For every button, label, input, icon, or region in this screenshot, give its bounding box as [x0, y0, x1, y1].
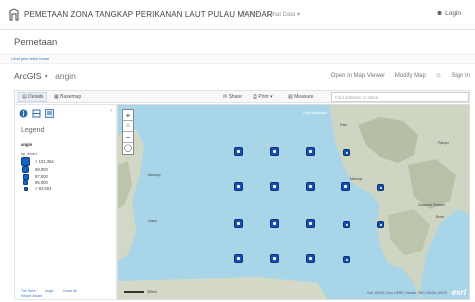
- map-point[interactable]: [377, 221, 384, 228]
- app-logo-icon: [9, 8, 19, 21]
- map-label-city: Palopo: [438, 141, 449, 145]
- zoom-out-button[interactable]: −: [123, 132, 133, 143]
- user-icon: ☻: [435, 10, 444, 17]
- chevron-down-icon[interactable]: ▼: [44, 74, 49, 80]
- legend-label: 97,000: [35, 174, 48, 179]
- login-link[interactable]: ☻ Login: [436, 10, 461, 17]
- esri-logo: esri: [451, 288, 466, 297]
- info-icon[interactable]: [19, 109, 28, 118]
- legend-symbol: [23, 187, 28, 191]
- map-label-sea: Selat Makassar: [303, 111, 328, 115]
- map-name: angin: [55, 71, 76, 81]
- top-navbar: PEMETAAN ZONA TANGKAP PERIKANAN LAUT PUL…: [0, 0, 475, 30]
- home-button[interactable]: ⌂: [123, 121, 133, 132]
- details-icon: ▤: [22, 94, 27, 100]
- nav-link-lihat-data[interactable]: Lihat Data ▾: [268, 11, 300, 18]
- page-title: Pemetaan: [14, 37, 58, 48]
- map-point[interactable]: [377, 184, 384, 191]
- map-point[interactable]: [343, 256, 350, 263]
- map-label-city: Mamuju: [350, 177, 363, 181]
- panel-footer-links: Tue Suhu angin Curah Air: [21, 289, 85, 293]
- footer-link-tue-suhu[interactable]: Tue Suhu: [21, 289, 36, 293]
- share-label: Share: [228, 94, 242, 100]
- map-point[interactable]: [234, 254, 243, 263]
- details-button[interactable]: ▤ Details: [18, 92, 48, 102]
- scale-bar: 300mi: [124, 290, 157, 294]
- map-attribution: Esri, USGS | Esri, HERE, Garmin, FAO, NO…: [367, 291, 447, 295]
- legend-symbol: [21, 157, 30, 166]
- map-point[interactable]: [306, 147, 315, 156]
- layers-icon[interactable]: [32, 109, 41, 118]
- legend-layer-name: angin: [21, 142, 33, 147]
- legend-label: 99,000: [35, 167, 48, 172]
- map-point[interactable]: [234, 147, 243, 156]
- header-links: Open in Map Viewer Modify Map ☺ Sign In: [323, 73, 470, 79]
- legend-symbol: [22, 166, 29, 173]
- modify-map-link[interactable]: Modify Map: [395, 73, 426, 79]
- map-point[interactable]: [270, 147, 279, 156]
- print-label: Print: [258, 94, 269, 100]
- sign-in-label: Sign In: [451, 73, 470, 79]
- arcgis-brand[interactable]: ArcGIS: [14, 71, 41, 81]
- map-point[interactable]: [270, 219, 279, 228]
- legend-label: 95,000: [35, 180, 48, 185]
- scale-bar-line: [124, 291, 144, 294]
- view-larger-map-link[interactable]: Lihat peta lebih besar: [11, 56, 49, 61]
- measure-button[interactable]: ▧ Measure: [285, 93, 317, 101]
- zoom-in-button[interactable]: +: [123, 110, 133, 121]
- map-point[interactable]: [270, 254, 279, 263]
- collapse-panel-icon[interactable]: ‹: [110, 108, 112, 114]
- map-label-region: Sulawesi Selatan: [418, 203, 445, 207]
- open-in-map-viewer-link[interactable]: Open in Map Viewer: [331, 73, 385, 79]
- map-point[interactable]: [343, 149, 350, 156]
- legend-label: > 101,354: [35, 159, 54, 164]
- map-view[interactable]: + ⌂ − ◯ Selat Makassar Palu Palopo Mamuj…: [117, 104, 470, 300]
- site-title[interactable]: PEMETAAN ZONA TANGKAP PERIKANAN LAUT PUL…: [24, 10, 273, 19]
- subtitle-bar: [0, 54, 475, 64]
- find-address-input[interactable]: Find address or place: [331, 92, 469, 102]
- footer-link-curah-air[interactable]: Curah Air: [63, 289, 78, 293]
- map-toolbar: ▤ Details ▦ Basemap ✉ Share ⎙ Print ▾ ▧ …: [14, 90, 470, 103]
- scale-label: 300mi: [146, 290, 157, 294]
- legend-title: Legend: [21, 127, 45, 134]
- legend-panel: ‹ Legend angin sp_time1 > 101,354 99,000…: [14, 104, 117, 300]
- map-label-region: Bone: [436, 215, 445, 219]
- print-button[interactable]: ⎙ Print ▾: [250, 93, 276, 101]
- basemap-button[interactable]: ▦ Basemap: [51, 93, 84, 101]
- legend-symbol: [23, 180, 28, 185]
- basemap-label: Basemap: [60, 94, 82, 100]
- legend-field-name: sp_time1: [21, 151, 38, 156]
- share-button[interactable]: ✉ Share: [220, 93, 245, 101]
- nav-link-home[interactable]: Home: [243, 11, 259, 17]
- locate-button[interactable]: ◯: [123, 143, 133, 154]
- share-icon: ✉: [223, 94, 228, 100]
- legend-tab-icon[interactable]: [45, 109, 54, 118]
- print-icon: ⎙: [253, 94, 258, 100]
- arcgis-header: ArcGIS ▼ angin Open in Map Viewer Modify…: [14, 70, 470, 84]
- map-point[interactable]: [270, 182, 279, 191]
- legend-label: < 92,604: [35, 186, 52, 191]
- arcgis-title: ArcGIS ▼ angin: [14, 71, 76, 81]
- report-abuse-link[interactable]: Report Abuse: [21, 294, 42, 298]
- details-label: Details: [28, 94, 44, 100]
- map-label-region: Utara: [148, 219, 157, 223]
- footer-link-angin[interactable]: angin: [45, 289, 54, 293]
- chevron-down-icon: ▾: [270, 94, 273, 100]
- map-point[interactable]: [306, 254, 315, 263]
- map-point[interactable]: [306, 219, 315, 228]
- map-point[interactable]: [306, 182, 315, 191]
- login-label: Login: [445, 10, 461, 17]
- basemap-icon: ▦: [54, 94, 59, 100]
- map-point[interactable]: [234, 182, 243, 191]
- measure-label: Measure: [294, 94, 314, 100]
- sign-in-link[interactable]: ☺ Sign In: [436, 73, 470, 79]
- measure-icon: ▧: [288, 94, 293, 100]
- map-label-region: Mamuju: [148, 173, 161, 177]
- map-point[interactable]: [341, 182, 350, 191]
- legend-symbol: [22, 173, 29, 180]
- map-point[interactable]: [343, 221, 350, 228]
- zoom-controls: + ⌂ − ◯: [122, 109, 134, 155]
- map-label-city: Palu: [340, 123, 348, 127]
- map-point[interactable]: [234, 219, 243, 228]
